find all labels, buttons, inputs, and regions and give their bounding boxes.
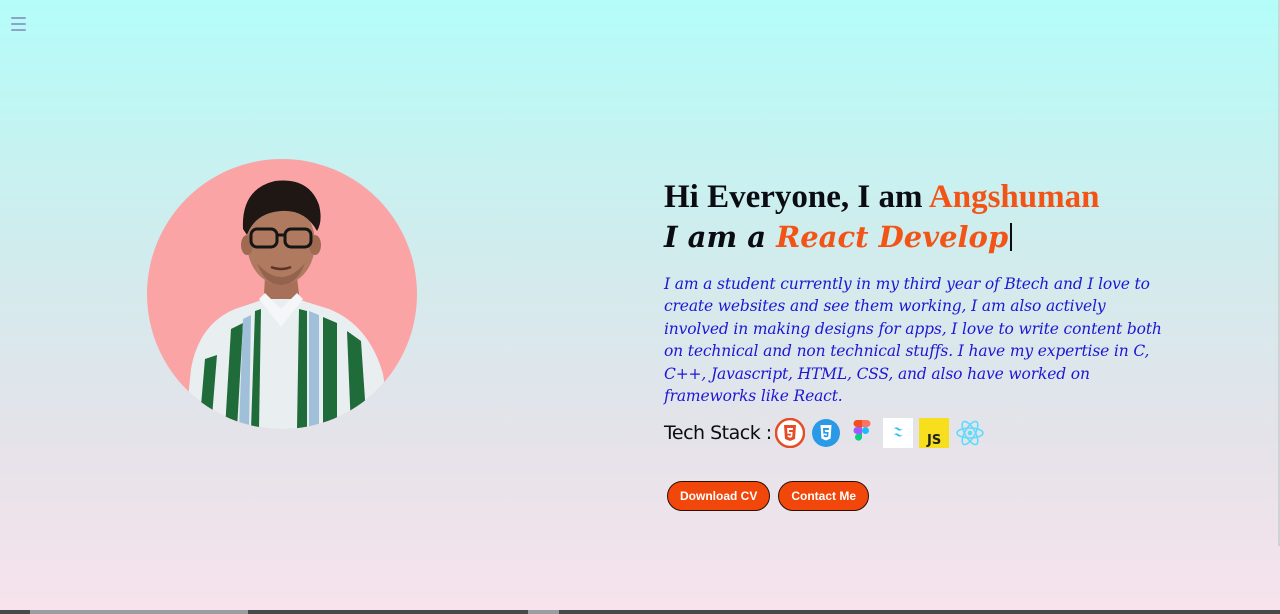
typed-role-heading: I am a React Develop (664, 218, 1184, 256)
typed-prefix: I am a (664, 220, 777, 254)
react-icon (955, 418, 985, 448)
download-cv-button[interactable]: Download CV (667, 481, 771, 512)
tailwind-icon (882, 418, 913, 449)
bio-paragraph: I am a student currently in my third yea… (664, 275, 1162, 406)
horizontal-scrollbar-thumb[interactable] (30, 610, 248, 614)
hero-name: Angshuman (928, 179, 1100, 215)
profile-photo (147, 159, 417, 429)
tech-stack: Tech Stack : JS (664, 417, 1184, 449)
typing-caret (1010, 223, 1013, 251)
javascript-icon: JS (918, 418, 949, 449)
greeting-heading: Hi Everyone, I am Angshuman (664, 176, 1184, 218)
hamburger-menu-icon[interactable] (8, 13, 30, 35)
tech-stack-label: Tech Stack : (664, 422, 772, 445)
greeting-prefix: Hi Everyone, I am (664, 179, 929, 215)
figma-icon (847, 418, 877, 448)
action-buttons: Download CV Contact Me (664, 481, 1184, 512)
css3-icon (811, 418, 841, 448)
svg-text:JS: JS (926, 433, 941, 448)
horizontal-scrollbar-segment (528, 610, 559, 614)
profile-photo-art (185, 180, 391, 429)
hero-section: Hi Everyone, I am Angshuman I am a React… (664, 176, 1184, 512)
html5-icon (774, 418, 805, 449)
typed-role: React Develop (776, 220, 1009, 254)
contact-me-button[interactable]: Contact Me (778, 481, 870, 512)
